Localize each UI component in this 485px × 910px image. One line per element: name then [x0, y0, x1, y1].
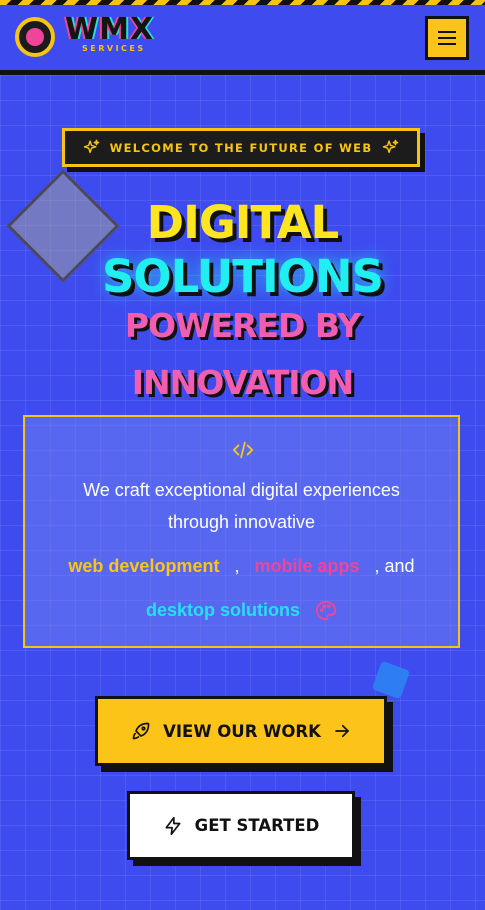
- banner-text: WELCOME TO THE FUTURE OF WEB: [109, 140, 373, 155]
- arrow-right-icon: [335, 724, 349, 738]
- highlight-web-development: web development: [68, 556, 220, 576]
- welcome-banner: WELCOME TO THE FUTURE OF WEB: [62, 128, 420, 167]
- hero-title-line1: DIGITAL: [146, 196, 339, 249]
- get-started-button[interactable]: GET STARTED: [127, 791, 355, 860]
- intro-text-line2: through innovative: [167, 512, 316, 532]
- intro-text-line1: We craft exceptional digital experiences: [83, 480, 400, 500]
- view-work-button[interactable]: VIEW OUR WORK: [95, 696, 387, 766]
- hero-title-line2: SOLUTIONS: [101, 250, 384, 303]
- separator: ,: [234, 556, 240, 576]
- logo-subtext: SERVICES: [82, 44, 146, 53]
- logo-mark[interactable]: [15, 17, 55, 57]
- view-work-label: VIEW OUR WORK: [163, 721, 321, 741]
- logo-text[interactable]: WMX: [65, 15, 154, 45]
- code-icon: [232, 441, 254, 459]
- intro-card: We craft exceptional digital experiences…: [23, 415, 460, 648]
- hamburger-icon: [438, 31, 456, 45]
- decorative-square: [371, 660, 411, 700]
- sparkle-icon: [83, 139, 99, 154]
- menu-button[interactable]: [425, 16, 469, 60]
- highlight-desktop-solutions: desktop solutions: [145, 600, 300, 620]
- sparkle-icon: [383, 139, 399, 154]
- hero-subtitle-line1: POWERED BY: [124, 306, 361, 345]
- lightning-icon: [165, 816, 181, 835]
- separator: , and: [374, 556, 415, 576]
- intro-services-line: web development , mobile apps , and: [25, 556, 458, 577]
- hero-subtitle-line2: INNOVATION: [131, 363, 354, 402]
- site-header: WMX SERVICES: [0, 5, 485, 75]
- rocket-icon: [132, 722, 150, 740]
- get-started-label: GET STARTED: [194, 816, 320, 835]
- highlight-mobile-apps: mobile apps: [254, 556, 360, 576]
- intro-services-line2: desktop solutions: [25, 600, 458, 622]
- palette-icon: [315, 601, 337, 621]
- logo-dot: [26, 28, 44, 46]
